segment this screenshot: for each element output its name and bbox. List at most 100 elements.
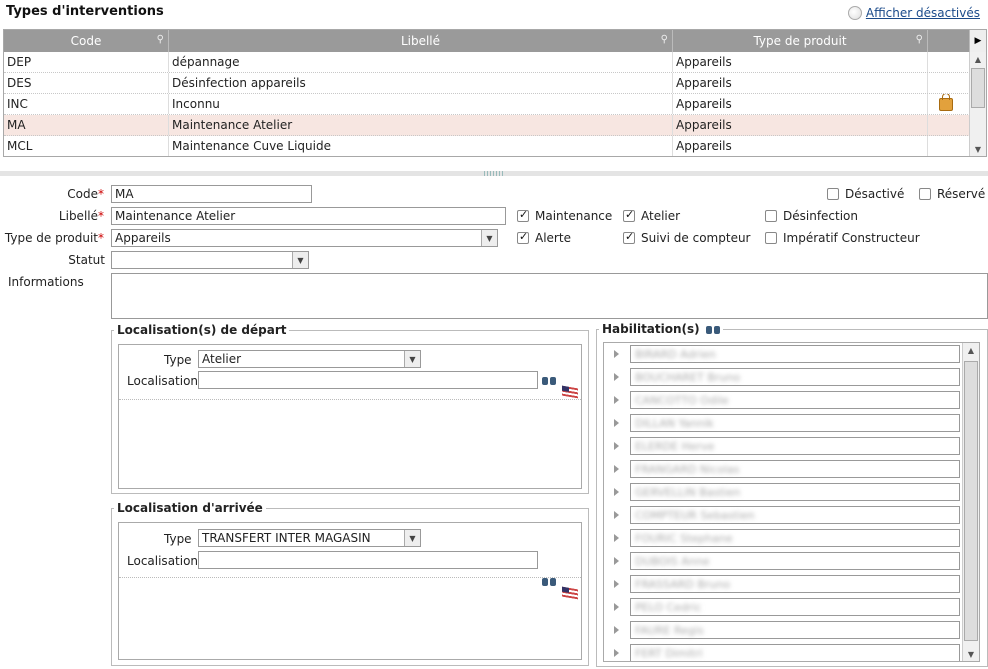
code-input[interactable]: MA [111,185,312,203]
cell-type[interactable]: Appareils [673,94,928,114]
cell-type[interactable]: Appareils [673,52,928,72]
expand-icon[interactable] [614,396,619,404]
show-disabled-toggle[interactable]: Afficher désactivés [847,6,980,20]
scroll-down-icon[interactable]: ▼ [970,142,986,156]
list-item[interactable]: BOUCHARET Bruno [604,366,964,389]
habilitation-input[interactable]: PELO Cedric [630,598,960,616]
arrivee-localisation-input[interactable] [198,551,538,569]
cell-code[interactable]: MA [4,115,169,135]
table-row[interactable]: MA Maintenance Atelier Appareils [4,115,986,136]
arrivee-type-select[interactable]: TRANSFERT INTER MAGASIN ▼ [198,529,421,547]
show-disabled-link[interactable]: Afficher désactivés [866,6,980,20]
table-row[interactable]: INC Inconnu Appareils [4,94,986,115]
cell-code[interactable]: DES [4,73,169,93]
list-item[interactable]: FRANGARD Nicolas [604,458,964,481]
cell-libelle[interactable]: dépannage [169,52,673,72]
binoculars-search-icon[interactable] [705,323,720,335]
habilitation-input[interactable]: GERVELLIN Bastien [630,483,960,501]
expand-icon[interactable] [614,419,619,427]
expand-icon[interactable] [614,603,619,611]
scroll-thumb[interactable] [964,361,978,641]
atelier-box[interactable] [623,208,635,222]
chevron-down-icon[interactable]: ▼ [404,351,420,367]
habilitation-input[interactable]: FOURIC Stephane [630,529,960,547]
alerte-box[interactable] [517,230,529,244]
depart-type-select[interactable]: Atelier ▼ [198,350,421,368]
cell-libelle[interactable]: Inconnu [169,94,673,114]
habilitation-input[interactable]: DILLAN Yannik [630,414,960,432]
reserve-box[interactable] [919,188,931,200]
table-row[interactable]: DEP dépannage Appareils [4,52,986,73]
chevron-down-icon[interactable]: ▼ [404,530,420,546]
cell-libelle[interactable]: Désinfection appareils [169,73,673,93]
show-disabled-radio[interactable] [847,6,862,20]
table-row[interactable]: DES Désinfection appareils Appareils [4,73,986,94]
cell-code[interactable]: DEP [4,52,169,72]
list-item[interactable]: GERVELLIN Bastien [604,481,964,504]
grid-scrollbar[interactable]: ▲ ▼ [969,52,986,156]
suivi-compteur-checkbox[interactable]: Suivi de compteur [623,230,751,245]
expand-icon[interactable] [614,465,619,473]
habilitations-scrollbar[interactable]: ▲ ▼ [962,343,979,661]
suivi-compteur-box[interactable] [623,230,635,244]
desinfection-box[interactable] [765,210,777,222]
expand-icon[interactable] [614,626,619,634]
list-item[interactable]: FRASSARD Bruno [604,573,964,596]
cell-code[interactable]: MCL [4,136,169,156]
maintenance-box[interactable] [517,208,529,222]
expand-icon[interactable] [614,350,619,358]
expand-icon[interactable] [614,649,619,657]
expand-icon[interactable] [614,511,619,519]
cell-type[interactable]: Appareils [673,136,928,156]
informations-textarea[interactable] [111,273,988,319]
cell-libelle[interactable]: Maintenance Cuve Liquide [169,136,673,156]
desactive-checkbox[interactable]: Désactivé [827,187,904,201]
expand-icon[interactable] [614,488,619,496]
habilitation-input[interactable]: FRANGARD Nicolas [630,460,960,478]
column-header-libelle[interactable]: Libellé ⚲ [169,30,673,52]
chevron-down-icon[interactable]: ▼ [292,252,308,268]
list-item[interactable]: FOURIC Stephane [604,527,964,550]
list-item[interactable]: FAURE Regis [604,619,964,642]
atelier-checkbox[interactable]: Atelier [623,208,680,223]
habilitation-input[interactable]: FAURE Regis [630,621,960,639]
panel-splitter[interactable] [0,171,988,176]
list-item[interactable]: FERT Dimitri [604,642,964,661]
habilitation-input[interactable]: COMPTEUR Sebastien [630,506,960,524]
search-icon[interactable]: ⚲ [157,34,164,45]
scroll-up-icon[interactable]: ▲ [963,343,979,357]
habilitation-input[interactable]: BOUCHARET Bruno [630,368,960,386]
scroll-down-icon[interactable]: ▼ [963,647,979,661]
list-item[interactable]: PELO Cedric [604,596,964,619]
table-row[interactable]: MCL Maintenance Cuve Liquide Appareils [4,136,986,156]
expand-icon[interactable] [614,534,619,542]
expand-icon[interactable] [614,442,619,450]
chevron-right-icon[interactable]: ▶ [970,30,986,52]
list-item[interactable]: ELERDE Herve [604,435,964,458]
column-header-code[interactable]: Code ⚲ [4,30,169,52]
expand-icon[interactable] [614,557,619,565]
alerte-checkbox[interactable]: Alerte [517,230,571,245]
statut-select[interactable]: ▼ [111,251,309,269]
list-item[interactable]: BIRARD Adrien [604,343,964,366]
search-icon[interactable]: ⚲ [916,34,923,45]
maintenance-checkbox[interactable]: Maintenance [517,208,612,223]
list-item[interactable]: DILLAN Yannik [604,412,964,435]
habilitation-input[interactable]: FERT Dimitri [630,644,960,661]
list-item[interactable]: DUBOIS Anne [604,550,964,573]
reserve-checkbox[interactable]: Réservé [919,187,985,201]
expand-icon[interactable] [614,580,619,588]
binoculars-search-icon[interactable] [542,575,556,587]
expand-icon[interactable] [614,373,619,381]
splitter-grip[interactable] [484,171,504,176]
desinfection-checkbox[interactable]: Désinfection [765,209,858,223]
cell-code[interactable]: INC [4,94,169,114]
habilitation-input[interactable]: FRASSARD Bruno [630,575,960,593]
habilitation-input[interactable]: CANCOTTO Odile [630,391,960,409]
imperatif-box[interactable] [765,232,777,244]
habilitation-input[interactable]: DUBOIS Anne [630,552,960,570]
scroll-up-icon[interactable]: ▲ [970,52,986,66]
habilitation-input[interactable]: BIRARD Adrien [630,345,960,363]
column-header-type[interactable]: Type de produit ⚲ [673,30,928,52]
habilitation-input[interactable]: ELERDE Herve [630,437,960,455]
